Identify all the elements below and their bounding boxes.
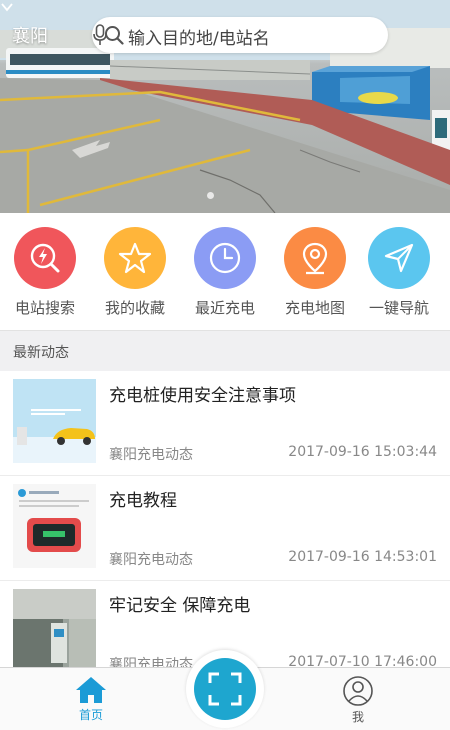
search-bar[interactable]: 输入目的地/电站名 <box>92 17 388 53</box>
microphone-icon[interactable] <box>92 24 108 46</box>
station-search-icon <box>14 227 76 289</box>
scan-button[interactable] <box>194 658 256 720</box>
menu-label: 充电地图 <box>284 299 345 317</box>
map-pin-icon <box>284 227 346 289</box>
user-icon <box>343 676 373 706</box>
news-source: 襄阳充电动态 <box>109 552 193 568</box>
news-title: 充电教程 <box>109 491 177 511</box>
carousel-indicator[interactable] <box>207 192 214 199</box>
tab-me[interactable]: 我 <box>328 676 388 725</box>
news-title: 牢记安全 保障充电 <box>109 596 251 616</box>
menu-recent-charge[interactable]: 最近充电 <box>182 227 268 318</box>
quick-menu: 电站搜索 我的收藏 最近充电 充电地图 一键导航 <box>0 213 450 330</box>
scan-icon <box>208 672 242 706</box>
navigation-icon <box>368 227 430 289</box>
chevron-down-icon[interactable] <box>0 0 14 14</box>
menu-station-search[interactable]: 电站搜索 <box>2 227 88 318</box>
news-timestamp: 2017-09-16 14:53:01 <box>288 549 437 565</box>
city-selector[interactable]: 襄阳 <box>12 22 48 48</box>
tab-home[interactable]: 首页 <box>61 676 121 723</box>
menu-label: 我的收藏 <box>104 299 165 317</box>
menu-favorites[interactable]: 我的收藏 <box>92 227 178 318</box>
news-thumbnail <box>13 484 96 568</box>
home-icon <box>76 677 106 703</box>
news-thumbnail <box>13 379 96 463</box>
news-section-header: 最新动态 <box>0 330 450 372</box>
menu-one-click-navigation[interactable]: 一键导航 <box>356 227 442 318</box>
star-icon <box>104 227 166 289</box>
section-title: 最新动态 <box>13 345 69 361</box>
news-list: 充电桩使用安全注意事项 襄阳充电动态 2017-09-16 15:03:44 充… <box>0 371 450 686</box>
news-source: 襄阳充电动态 <box>109 447 193 463</box>
banner-carousel[interactable]: 襄阳 输入目的地/电站名 <box>0 0 450 213</box>
news-timestamp: 2017-09-16 15:03:44 <box>288 444 437 460</box>
menu-charge-map[interactable]: 充电地图 <box>272 227 358 318</box>
list-item[interactable]: 充电教程 襄阳充电动态 2017-09-16 14:53:01 <box>0 476 450 581</box>
tab-label: 首页 <box>78 708 103 722</box>
tab-label: 我 <box>351 710 364 724</box>
news-title: 充电桩使用安全注意事项 <box>109 386 296 406</box>
menu-label: 最近充电 <box>194 299 255 317</box>
menu-label: 电站搜索 <box>14 299 75 317</box>
menu-label: 一键导航 <box>368 299 429 317</box>
search-input[interactable]: 输入目的地/电站名 <box>128 24 270 49</box>
scan-button-frame <box>186 650 264 728</box>
list-item[interactable]: 充电桩使用安全注意事项 襄阳充电动态 2017-09-16 15:03:44 <box>0 371 450 476</box>
clock-icon <box>194 227 256 289</box>
news-thumbnail <box>13 589 96 673</box>
